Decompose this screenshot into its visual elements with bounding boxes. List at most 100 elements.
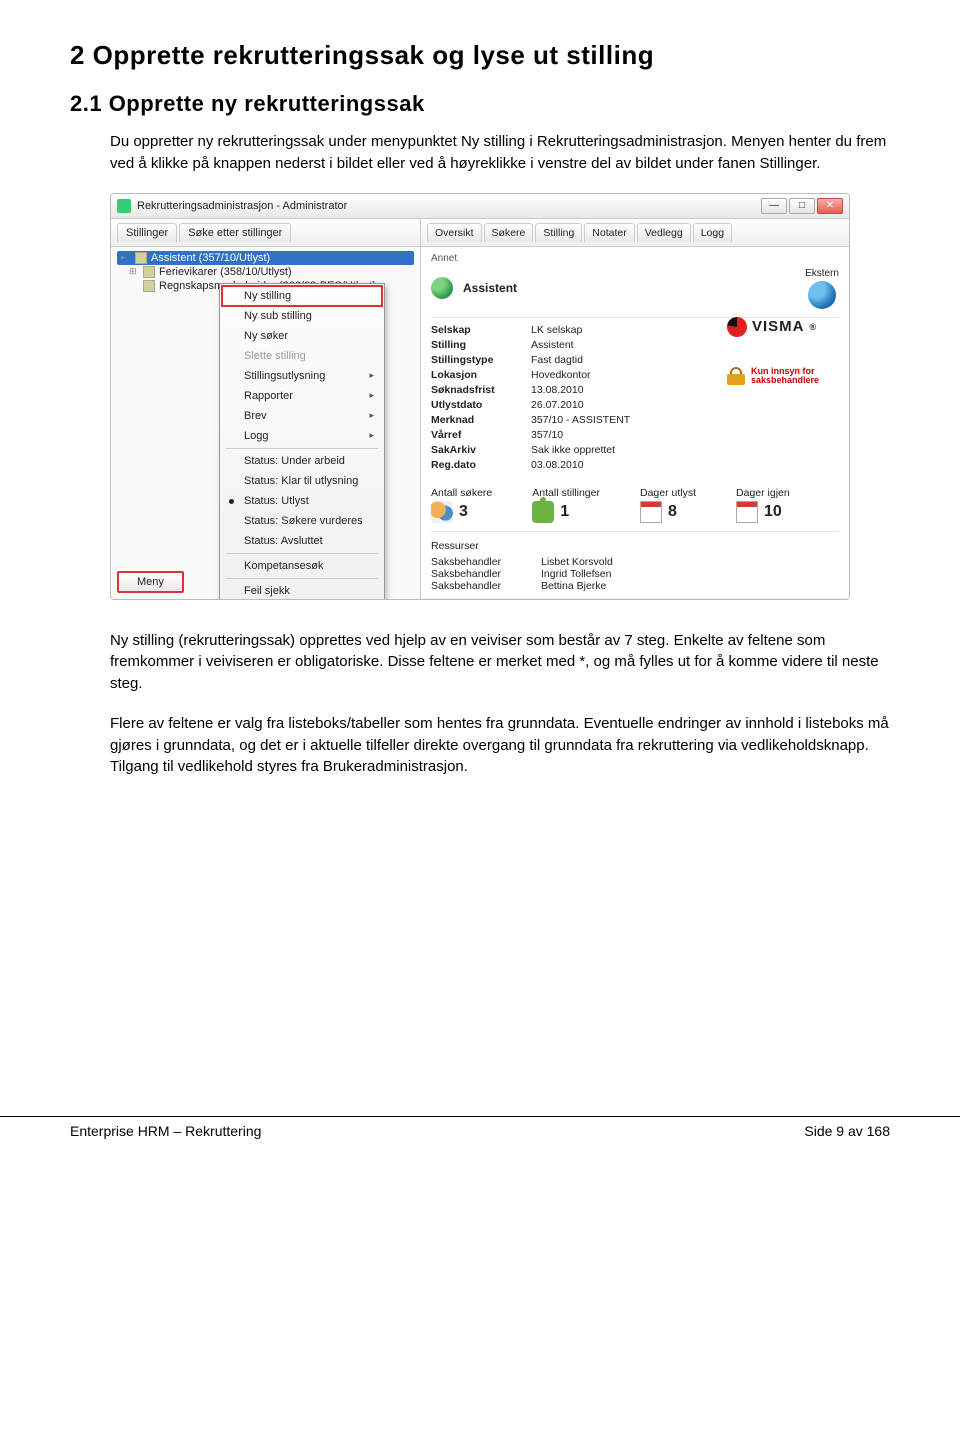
summary-value: 8 <box>668 503 677 521</box>
menu-label: Brev <box>244 410 267 422</box>
visma-block: VISMA ® Kun innsyn forsaksbehandlere <box>727 317 819 387</box>
tree-item-ferievikarer[interactable]: ⊞ Ferievikarer (358/10/Utlyst) <box>117 265 414 279</box>
menu-rapporter[interactable]: Rapporter ▸ <box>222 386 382 406</box>
tab-stilling[interactable]: Stilling <box>535 223 582 242</box>
kv-key: Lokasjon <box>431 369 531 381</box>
menu-logg[interactable]: Logg ▸ <box>222 426 382 446</box>
tree-item-assistent[interactable]: ▸ Assistent (357/10/Utlyst) <box>117 251 414 265</box>
ekstern-label: Ekstern <box>805 268 839 279</box>
submenu-arrow-icon: ▸ <box>369 430 374 441</box>
paragraph-1: Du oppretter ny rekrutteringssak under m… <box>110 131 890 175</box>
menu-separator <box>226 448 378 449</box>
tree-item-label: Ferievikarer (358/10/Utlyst) <box>159 266 292 278</box>
footer-right: Side 9 av 168 <box>804 1123 890 1139</box>
tab-notater[interactable]: Notater <box>584 223 634 242</box>
ekstern-globe-icon <box>808 281 836 309</box>
menu-status-vurderes[interactable]: Status: Søkere vurderes <box>222 511 382 531</box>
window-close-button[interactable]: ✕ <box>817 198 843 214</box>
summary-value: 3 <box>459 503 468 521</box>
kv-key: Selskap <box>431 324 531 336</box>
tree-expand-icon[interactable]: ⊞ <box>129 266 139 277</box>
heading-1: 2 Opprette rekrutteringssak og lyse ut s… <box>70 40 890 71</box>
kv-key: Vårref <box>431 429 531 441</box>
visma-brand-text: VISMA <box>752 318 805 335</box>
tree-toggle-icon[interactable]: ▸ <box>121 252 131 263</box>
menu-ny-soker[interactable]: Ny søker <box>222 326 382 346</box>
lock-icon <box>727 367 745 385</box>
ressurser-header: Ressurser <box>431 540 839 552</box>
ressurs-name: Lisbet Korsvold <box>541 556 839 568</box>
kv-key: Utlystdato <box>431 399 531 411</box>
paragraph-2: Ny stilling (rekrutteringssak) opprettes… <box>110 630 890 695</box>
kv-value: Sak ikke opprettet <box>531 444 839 456</box>
globe-icon <box>431 277 453 299</box>
summary-value: 10 <box>764 503 782 521</box>
right-pane: Oversikt Søkere Stilling Notater Vedlegg… <box>421 219 849 598</box>
kv-value: 357/10 <box>531 429 839 441</box>
kv-key: Stillingstype <box>431 354 531 366</box>
submenu-arrow-icon: ▸ <box>369 370 374 381</box>
summary-label: Antall søkere <box>431 487 492 499</box>
ressurs-role: Saksbehandler <box>431 556 541 568</box>
visma-swirl-icon <box>727 317 747 337</box>
menu-stillingsutlysning[interactable]: Stillingsutlysning▸ <box>222 366 382 386</box>
summary-label: Dager igjen <box>736 487 790 499</box>
kv-value: 26.07.2010 <box>531 399 839 411</box>
window-maximize-button[interactable]: □ <box>789 198 815 214</box>
menu-label: Logg <box>244 430 268 442</box>
app-icon <box>117 199 131 213</box>
meny-button[interactable]: Meny <box>117 571 184 593</box>
tab-sokere[interactable]: Søkere <box>484 223 534 242</box>
calendar-icon <box>736 501 758 523</box>
kv-key: Merknad <box>431 414 531 426</box>
menu-kompetansesok[interactable]: Kompetansesøk <box>222 556 382 576</box>
people-icon <box>431 501 453 523</box>
tab-stillinger[interactable]: Stillinger <box>117 223 177 242</box>
menu-status-klar[interactable]: Status: Klar til utlysning <box>222 471 382 491</box>
kv-value: 357/10 - ASSISTENT <box>531 414 839 426</box>
lock-text: Kun innsyn forsaksbehandlere <box>751 367 819 387</box>
tab-logg[interactable]: Logg <box>693 223 732 242</box>
kv-key: Stilling <box>431 339 531 351</box>
menu-ny-stilling[interactable]: Ny stilling <box>222 286 382 306</box>
annet-label: Annet <box>431 253 839 264</box>
page-footer: Enterprise HRM – Rekruttering Side 9 av … <box>0 1116 960 1169</box>
ressurs-role: Saksbehandler <box>431 568 541 580</box>
menu-separator <box>226 578 378 579</box>
kv-key: SakArkiv <box>431 444 531 456</box>
tab-oversikt[interactable]: Oversikt <box>427 223 482 242</box>
heading-2: 2.1 Opprette ny rekrutteringssak <box>70 91 890 117</box>
registered-icon: ® <box>809 322 817 332</box>
calendar-icon <box>640 501 662 523</box>
stilling-title: Assistent <box>463 281 517 295</box>
kv-value: 03.08.2010 <box>531 459 839 471</box>
menu-slette-stilling: Slette stilling <box>222 346 382 366</box>
tab-soke-etter-stillinger[interactable]: Søke etter stillinger <box>179 223 291 242</box>
ressurs-name: Bettina Bjerke <box>541 580 839 592</box>
tree-item-label: Assistent (357/10/Utlyst) <box>151 252 270 264</box>
summary-value: 1 <box>560 503 569 521</box>
menu-separator <box>226 553 378 554</box>
menu-label: Status: Utlyst <box>244 495 309 507</box>
kv-key: Reg.dato <box>431 459 531 471</box>
footer-left: Enterprise HRM – Rekruttering <box>70 1123 261 1139</box>
menu-status-avsluttet[interactable]: Status: Avsluttet <box>222 531 382 551</box>
ressurser-section: Ressurser SaksbehandlerLisbet Korsvold S… <box>431 540 839 592</box>
menu-status-utlyst[interactable]: Status: Utlyst <box>222 491 382 511</box>
context-menu: Ny stilling Ny sub stilling Ny søker Sle… <box>219 283 385 600</box>
window-minimize-button[interactable]: — <box>761 198 787 214</box>
menu-label: Rapporter <box>244 390 293 402</box>
menu-brev[interactable]: Brev▸ <box>222 406 382 426</box>
submenu-arrow-icon: ▸ <box>369 390 374 401</box>
app-screenshot: Rekrutteringsadministrasjon - Administra… <box>110 193 850 600</box>
summary-row: Antall søkere 3 Antall stillinger 1 Dage… <box>431 487 839 532</box>
tab-vedlegg[interactable]: Vedlegg <box>637 223 691 242</box>
summary-label: Dager utlyst <box>640 487 696 499</box>
menu-ny-sub-stilling[interactable]: Ny sub stilling <box>222 306 382 326</box>
visma-logo: VISMA ® <box>727 317 819 337</box>
menu-feil-sjekk[interactable]: Feil sjekk <box>222 581 382 600</box>
menu-status-under-arbeid[interactable]: Status: Under arbeid <box>222 451 382 471</box>
folder-icon <box>143 266 155 278</box>
ressurs-role: Saksbehandler <box>431 580 541 592</box>
window-titlebar: Rekrutteringsadministrasjon - Administra… <box>111 194 849 219</box>
